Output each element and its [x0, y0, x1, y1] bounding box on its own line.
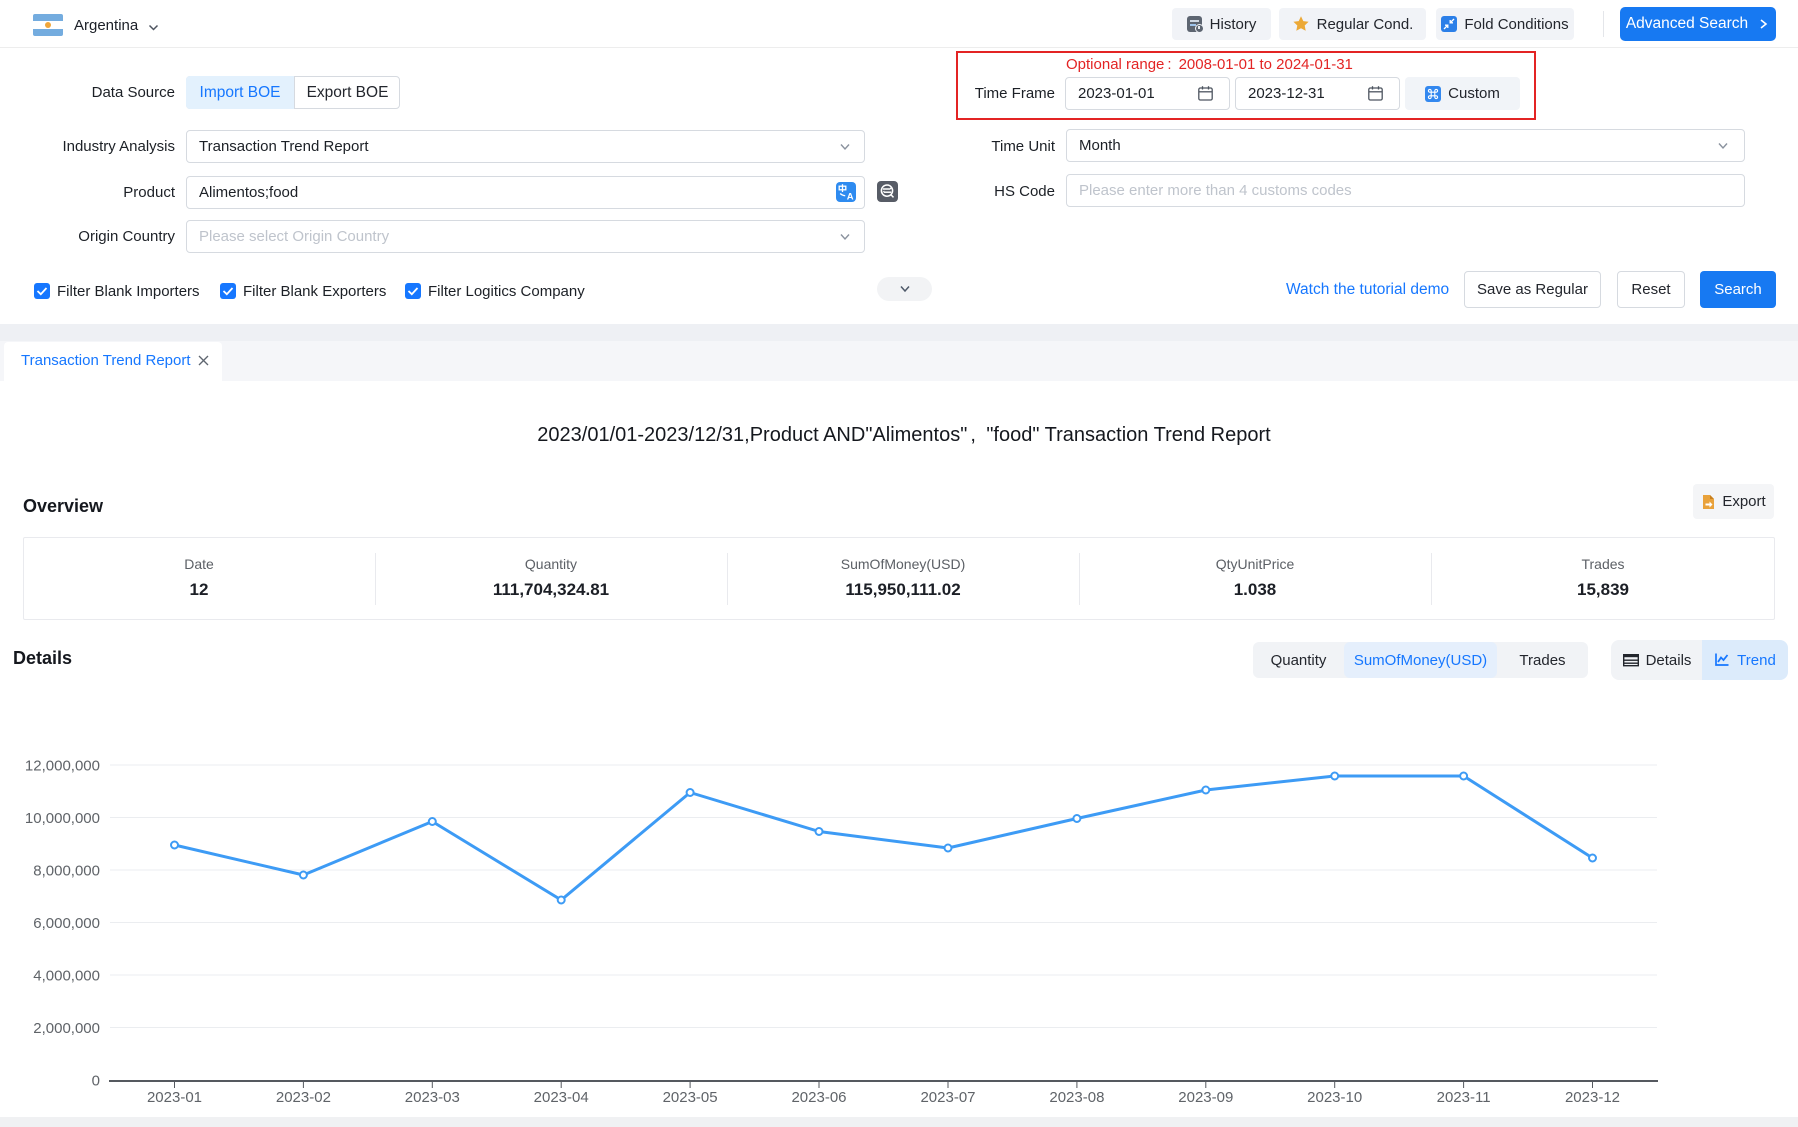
svg-text:2023-04: 2023-04 — [534, 1089, 589, 1106]
svg-text:2,000,000: 2,000,000 — [33, 1020, 100, 1037]
svg-text:12,000,000: 12,000,000 — [25, 758, 100, 775]
svg-text:2023-11: 2023-11 — [1437, 1089, 1491, 1106]
svg-text:2023-10: 2023-10 — [1307, 1089, 1362, 1106]
svg-text:2023-02: 2023-02 — [276, 1089, 331, 1106]
svg-text:4,000,000: 4,000,000 — [33, 968, 100, 985]
svg-text:10,000,000: 10,000,000 — [25, 810, 100, 827]
svg-text:2023-12: 2023-12 — [1565, 1089, 1620, 1106]
svg-text:2023-06: 2023-06 — [791, 1089, 846, 1106]
svg-text:2023-03: 2023-03 — [405, 1089, 460, 1106]
svg-text:6,000,000: 6,000,000 — [33, 915, 100, 932]
svg-text:2023-08: 2023-08 — [1049, 1089, 1104, 1106]
svg-text:2023-07: 2023-07 — [920, 1089, 975, 1106]
svg-text:2023-05: 2023-05 — [663, 1089, 718, 1106]
svg-text:0: 0 — [92, 1073, 100, 1090]
svg-text:2023-01: 2023-01 — [147, 1089, 202, 1106]
svg-text:A: A — [847, 191, 854, 202]
svg-text:8,000,000: 8,000,000 — [33, 863, 100, 880]
svg-text:2023-09: 2023-09 — [1178, 1089, 1233, 1106]
